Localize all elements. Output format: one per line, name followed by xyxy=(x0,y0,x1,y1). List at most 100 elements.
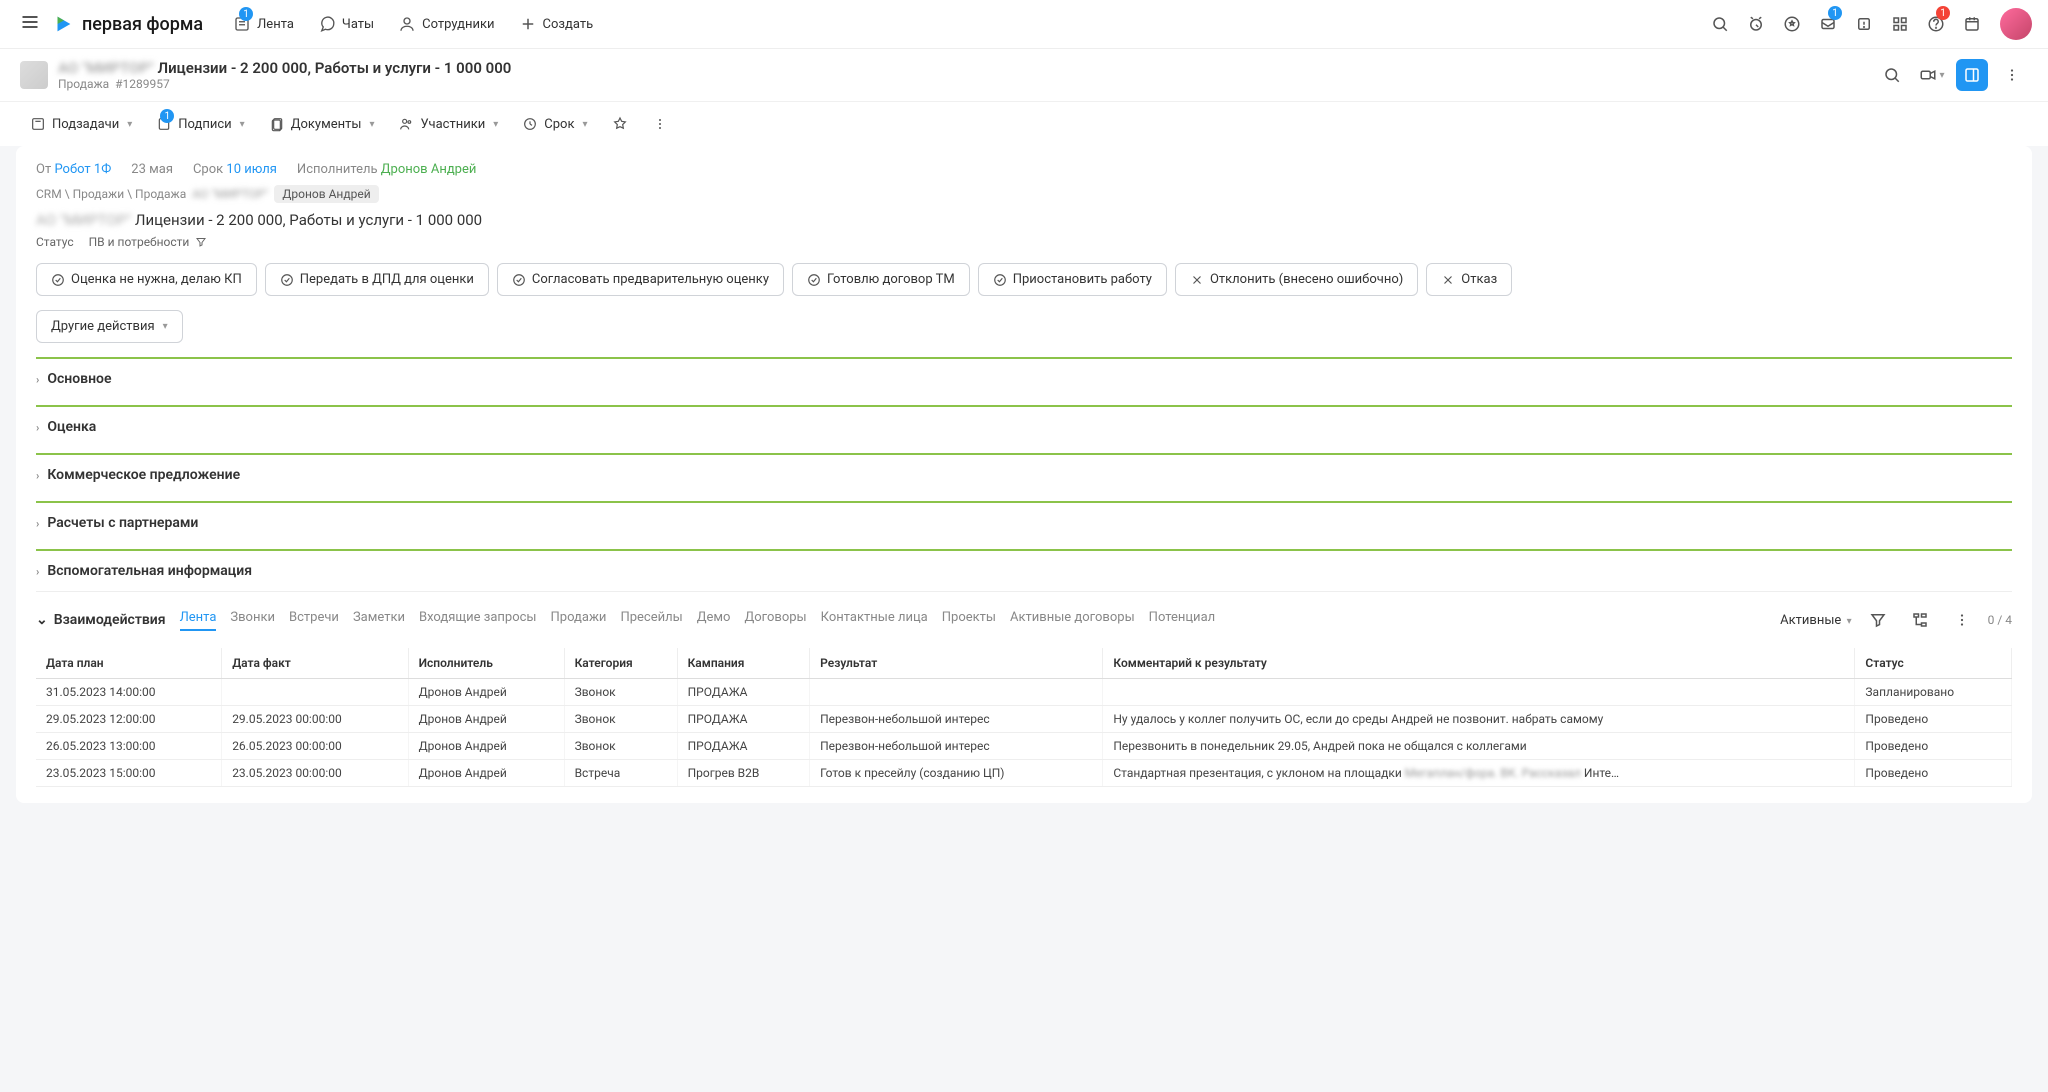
page-header: АО "МИРТОР" Лицензии - 2 200 000, Работы… xyxy=(0,48,2048,101)
panel-toggle[interactable] xyxy=(1956,59,1988,91)
tab-Контактные лица[interactable]: Контактные лица xyxy=(821,610,928,631)
breadcrumb-tag[interactable]: Дронов Андрей xyxy=(274,185,378,203)
section-Основное[interactable]: ›Основное xyxy=(36,359,2012,399)
menu-toggle[interactable] xyxy=(16,8,44,40)
documents-button[interactable]: Документы▾ xyxy=(259,110,385,138)
filter-button[interactable] xyxy=(1862,604,1894,636)
table-row[interactable]: 31.05.2023 14:00:00Дронов АндрейЗвонокПР… xyxy=(36,679,2012,706)
nav-create-label: Создать xyxy=(543,17,594,32)
tab-Продажи[interactable]: Продажи xyxy=(551,610,607,631)
filter-small-icon xyxy=(195,236,207,248)
interaction-tabs: Лента Звонки Встречи Заметки Входящие запрос… xyxy=(180,610,1767,631)
col-header[interactable]: Дата факт xyxy=(222,648,408,679)
tab-Потенциал[interactable]: Потенциал xyxy=(1149,610,1215,631)
col-header[interactable]: Кампания xyxy=(677,648,810,679)
table-row[interactable]: 26.05.2023 13:00:0026.05.2023 00:00:00Др… xyxy=(36,733,2012,760)
more-button[interactable] xyxy=(1996,59,2028,91)
page-subtitle: Продажа #1289957 xyxy=(58,77,1866,91)
deadline-link[interactable]: 10 июля xyxy=(226,162,277,177)
nav-feed-label: Лента xyxy=(257,17,294,32)
nav-chats[interactable]: Чаты xyxy=(308,9,384,39)
tab-Встречи[interactable]: Встречи xyxy=(289,610,339,631)
check-icon xyxy=(51,273,65,287)
more-icon xyxy=(1953,611,1971,629)
action-decline[interactable]: Отказ xyxy=(1426,263,1512,296)
tab-Договоры[interactable]: Договоры xyxy=(744,610,806,631)
section-Расчеты с партнерами[interactable]: ›Расчеты с партнерами xyxy=(36,503,2012,543)
tree-button[interactable] xyxy=(1904,604,1936,636)
col-header[interactable]: Исполнитель xyxy=(408,648,564,679)
action-approve[interactable]: Согласовать предварительную оценку xyxy=(497,263,784,296)
action-more[interactable]: Другие действия▾ xyxy=(36,310,183,343)
calendar-button[interactable] xyxy=(1956,8,1988,40)
tab-Входящие запросы[interactable]: Входящие запросы xyxy=(419,610,537,631)
page-search-button[interactable] xyxy=(1876,59,1908,91)
tab-Лента[interactable]: Лента xyxy=(180,610,217,631)
filter-icon xyxy=(1869,611,1887,629)
favorite-button[interactable] xyxy=(602,110,638,138)
page-title: АО "МИРТОР" Лицензии - 2 200 000, Работы… xyxy=(58,59,1866,77)
topbar-right: 1 1 xyxy=(1704,8,2032,40)
nav-feed-badge: 1 xyxy=(239,7,253,21)
table-row[interactable]: 29.05.2023 12:00:0029.05.2023 00:00:00Др… xyxy=(36,706,2012,733)
interactions-table: Дата планДата фактИсполнительКатегорияКа… xyxy=(36,648,2012,787)
page-type-icon xyxy=(20,61,48,89)
action-to-dpd[interactable]: Передать в ДПД для оценки xyxy=(265,263,489,296)
deadline-button[interactable]: Срок▾ xyxy=(512,110,597,138)
action-contract[interactable]: Готовлю договор ТМ xyxy=(792,263,970,296)
interactions-header: ⌄Взаимодействия Лента Звонки Встречи Заметк… xyxy=(36,591,2012,648)
table-more[interactable] xyxy=(1946,604,1978,636)
action-pause[interactable]: Приостановить работу xyxy=(978,263,1167,296)
avatar[interactable] xyxy=(2000,8,2032,40)
tab-Проекты[interactable]: Проекты xyxy=(942,610,996,631)
video-button[interactable]: ▾ xyxy=(1916,59,1948,91)
executor-link[interactable]: Дронов Андрей xyxy=(381,162,477,177)
alarm-button[interactable] xyxy=(1740,8,1772,40)
subtasks-icon xyxy=(30,116,46,132)
alert-icon xyxy=(1855,15,1873,33)
table-row[interactable]: 23.05.2023 15:00:0023.05.2023 00:00:00Др… xyxy=(36,760,2012,787)
subtasks-button[interactable]: Подзадачи▾ xyxy=(20,110,142,138)
help-button[interactable]: 1 xyxy=(1920,8,1952,40)
tab-Звонки[interactable]: Звонки xyxy=(230,610,275,631)
apps-button[interactable] xyxy=(1884,8,1916,40)
col-header[interactable]: Дата план xyxy=(36,648,222,679)
meta-row: От Робот 1Ф 23 мая Срок 10 июля Исполнит… xyxy=(36,162,2012,177)
tab-Демо[interactable]: Демо xyxy=(697,610,731,631)
col-header[interactable]: Статус xyxy=(1855,648,2012,679)
col-header[interactable]: Комментарий к результату xyxy=(1103,648,1855,679)
star-circle-icon xyxy=(1783,15,1801,33)
section-Коммерческое предложение[interactable]: ›Коммерческое предложение xyxy=(36,455,2012,495)
interactions-toggle[interactable]: ⌄Взаимодействия xyxy=(36,612,166,628)
nav-items: Лента 1 Чаты Сотрудники Создать xyxy=(223,9,603,39)
action-reject[interactable]: Отклонить (внесено ошибочно) xyxy=(1175,263,1418,296)
tab-Пресейлы[interactable]: Пресейлы xyxy=(620,610,682,631)
search-button[interactable] xyxy=(1704,8,1736,40)
tab-Заметки[interactable]: Заметки xyxy=(353,610,405,631)
nav-staff-label: Сотрудники xyxy=(422,17,494,32)
nav-staff[interactable]: Сотрудники xyxy=(388,9,504,39)
nav-feed[interactable]: Лента 1 xyxy=(223,9,304,39)
star-button[interactable] xyxy=(1776,8,1808,40)
inbox-badge: 1 xyxy=(1828,6,1842,20)
filter-active[interactable]: Активные ▾ xyxy=(1780,613,1851,628)
toolbar: Подзадачи▾ 1 Подписи▾ Документы▾ Участни… xyxy=(0,101,2048,146)
section-Оценка[interactable]: ›Оценка xyxy=(36,407,2012,447)
content: От Робот 1Ф 23 мая Срок 10 июля Исполнит… xyxy=(16,146,2032,803)
col-header[interactable]: Категория xyxy=(564,648,677,679)
signatures-button[interactable]: 1 Подписи▾ xyxy=(146,110,254,138)
search-icon xyxy=(1883,66,1901,84)
from-link[interactable]: Робот 1Ф xyxy=(54,162,111,177)
toolbar-more[interactable] xyxy=(642,110,678,138)
col-header[interactable]: Результат xyxy=(810,648,1103,679)
tab-Активные договоры[interactable]: Активные договоры xyxy=(1010,610,1135,631)
nav-create[interactable]: Создать xyxy=(509,9,604,39)
logo[interactable]: первая форма xyxy=(52,13,203,35)
participants-button[interactable]: Участники▾ xyxy=(388,110,508,138)
inbox-button[interactable]: 1 xyxy=(1812,8,1844,40)
alert-button[interactable] xyxy=(1848,8,1880,40)
section-Вспомогательная информация[interactable]: ›Вспомогательная информация xyxy=(36,551,2012,591)
document-icon xyxy=(269,116,285,132)
action-no-eval[interactable]: Оценка не нужна, делаю КП xyxy=(36,263,257,296)
breadcrumb: CRM \ Продажи \ Продажа АО "МИРТОР" Дрон… xyxy=(36,185,2012,203)
